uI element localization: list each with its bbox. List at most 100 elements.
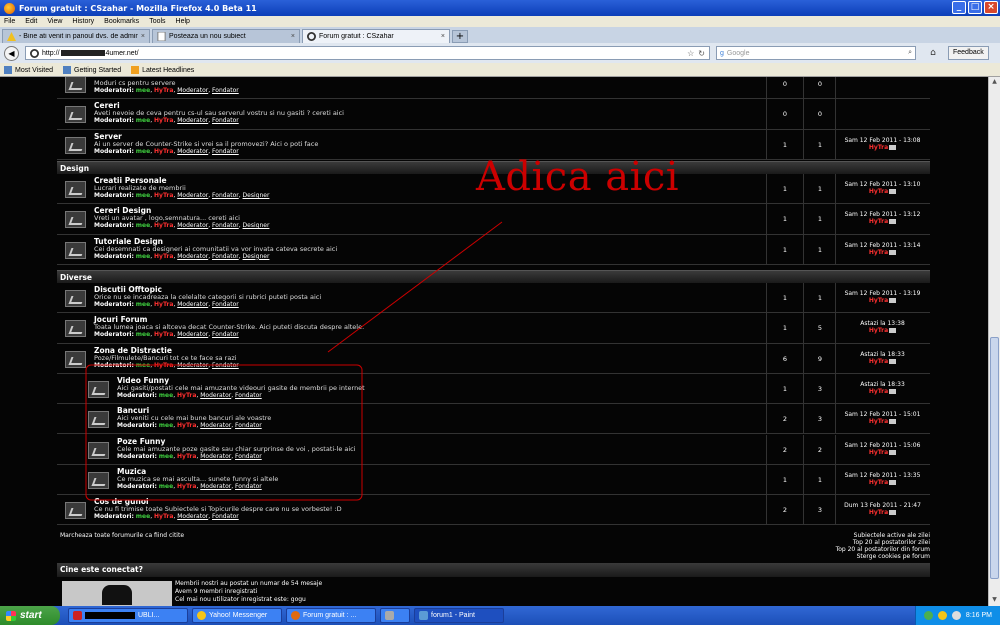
moderator-link[interactable]: HyTra — [177, 422, 196, 429]
star-icon[interactable]: ☆ — [687, 49, 694, 58]
moderator-link[interactable]: Fondator — [212, 513, 239, 520]
minimize-button[interactable]: _ — [952, 1, 966, 14]
moderator-link[interactable]: Fondator — [212, 192, 239, 199]
scroll-thumb[interactable] — [990, 337, 999, 579]
site-identity-icon[interactable] — [30, 48, 39, 58]
taskbar-paint[interactable]: forum1 - Paint — [414, 608, 504, 623]
moderator-link[interactable]: mee — [136, 362, 150, 369]
link-top20-today[interactable]: Top 20 al postatorilor zilei — [730, 539, 930, 546]
bookmark-latest-headlines[interactable]: Latest Headlines — [131, 65, 194, 74]
google-icon[interactable]: g — [720, 50, 724, 57]
menu-help[interactable]: Help — [176, 18, 190, 25]
start-button[interactable]: start — [0, 606, 60, 625]
tab-admin-panel[interactable]: - Bine ati venit in panoul dvs. de admin… — [2, 29, 150, 43]
moderator-link[interactable]: mee — [136, 87, 150, 94]
tab-forum[interactable]: Forum gratuit : CSzahar × — [302, 29, 450, 43]
menu-tools[interactable]: Tools — [149, 18, 165, 25]
taskbar-firefox[interactable]: Forum gratuit : ... — [286, 608, 376, 623]
moderator-link[interactable]: mee — [136, 148, 150, 155]
mark-read-link[interactable]: Marcheaza toate forumurile ca fiind citi… — [60, 532, 184, 539]
moderator-link[interactable]: Fondator — [212, 331, 239, 338]
close-tab-icon[interactable]: × — [141, 33, 145, 40]
moderator-link[interactable]: Fondator — [212, 117, 239, 124]
last-post-author[interactable]: HyTra — [869, 249, 888, 256]
moderator-link[interactable]: Moderator — [177, 362, 208, 369]
moderator-link[interactable]: Moderator — [177, 222, 208, 229]
moderator-link[interactable]: Moderator — [177, 117, 208, 124]
moderator-link[interactable]: Moderator — [200, 392, 231, 399]
moderator-link[interactable]: Moderator — [177, 331, 208, 338]
moderator-link[interactable]: Moderator — [177, 513, 208, 520]
last-post-author[interactable]: HyTra — [869, 144, 888, 151]
tray-network-icon[interactable] — [923, 611, 933, 620]
go-to-post-icon[interactable] — [889, 144, 897, 150]
menu-history[interactable]: History — [72, 18, 94, 25]
new-tab-button[interactable]: + — [452, 30, 468, 43]
moderator-link[interactable]: Moderator — [200, 422, 231, 429]
moderator-link[interactable]: Fondator — [212, 253, 239, 260]
url-bar[interactable]: http:// 4umer.net/ ☆ ↻ — [25, 46, 710, 60]
moderator-link[interactable]: Designer — [243, 192, 270, 199]
moderator-link[interactable]: HyTra — [154, 192, 173, 199]
last-post-author[interactable]: HyTra — [869, 188, 888, 195]
go-to-post-icon[interactable] — [889, 419, 897, 425]
moderator-link[interactable]: HyTra — [154, 148, 173, 155]
moderator-link[interactable]: mee — [159, 483, 173, 490]
moderator-link[interactable]: HyTra — [154, 117, 173, 124]
moderator-link[interactable]: Designer — [243, 222, 270, 229]
last-post-author[interactable]: HyTra — [869, 218, 888, 225]
bookmark-most-visited[interactable]: Most Visited — [4, 65, 53, 74]
back-button[interactable]: ◀ — [4, 45, 19, 61]
last-post-author[interactable]: HyTra — [869, 358, 888, 365]
moderator-link[interactable]: HyTra — [154, 362, 173, 369]
feedback-button[interactable]: Feedback — [948, 46, 989, 60]
last-post-author[interactable]: HyTra — [869, 509, 888, 516]
close-tab-icon[interactable]: × — [441, 33, 445, 40]
moderator-link[interactable]: HyTra — [154, 253, 173, 260]
bookmark-getting-started[interactable]: Getting Started — [63, 65, 121, 74]
go-to-post-icon[interactable] — [889, 358, 897, 364]
moderator-link[interactable]: Fondator — [235, 453, 262, 460]
moderator-link[interactable]: Moderator — [177, 87, 208, 94]
moderator-link[interactable]: Moderator — [200, 453, 231, 460]
taskbar-item-4[interactable] — [380, 608, 410, 623]
menu-view[interactable]: View — [47, 18, 62, 25]
scroll-up-icon[interactable]: ▲ — [990, 78, 999, 87]
moderator-link[interactable]: Fondator — [212, 222, 239, 229]
moderator-link[interactable]: Fondator — [235, 422, 262, 429]
go-to-post-icon[interactable] — [889, 449, 897, 455]
moderator-link[interactable]: HyTra — [177, 392, 196, 399]
moderator-link[interactable]: mee — [159, 453, 173, 460]
moderator-link[interactable]: mee — [159, 392, 173, 399]
go-to-post-icon[interactable] — [889, 298, 897, 303]
moderator-link[interactable]: mee — [136, 222, 150, 229]
last-post-author[interactable]: HyTra — [869, 388, 888, 395]
moderator-link[interactable]: Fondator — [235, 392, 262, 399]
go-to-post-icon[interactable] — [889, 510, 897, 516]
moderator-link[interactable]: HyTra — [154, 331, 173, 338]
moderator-link[interactable]: mee — [136, 253, 150, 260]
moderator-link[interactable]: mee — [136, 301, 150, 308]
go-to-post-icon[interactable] — [889, 328, 897, 334]
moderator-link[interactable]: mee — [136, 117, 150, 124]
close-tab-icon[interactable]: × — [291, 33, 295, 40]
menu-file[interactable]: File — [4, 18, 15, 25]
search-bar[interactable]: g Google ⌕ — [716, 46, 916, 60]
moderator-link[interactable]: HyTra — [154, 301, 173, 308]
search-icon[interactable]: ⌕ — [908, 49, 912, 57]
last-post-author[interactable]: HyTra — [869, 418, 888, 425]
page-scrollbar[interactable]: ▲ ▼ — [988, 77, 1000, 606]
last-post-author[interactable]: HyTra — [869, 449, 888, 456]
moderator-link[interactable]: HyTra — [177, 483, 196, 490]
moderator-link[interactable]: HyTra — [154, 222, 173, 229]
menu-edit[interactable]: Edit — [25, 18, 37, 25]
link-active-topics[interactable]: Subiectele active ale zilei — [730, 532, 930, 539]
moderator-link[interactable]: Fondator — [212, 87, 239, 94]
go-to-post-icon[interactable] — [889, 479, 897, 485]
moderator-link[interactable]: Fondator — [212, 362, 239, 369]
moderator-link[interactable]: HyTra — [177, 453, 196, 460]
moderator-link[interactable]: mee — [136, 192, 150, 199]
moderator-link[interactable]: Fondator — [212, 301, 239, 308]
go-to-post-icon[interactable] — [889, 388, 897, 394]
tray-volume-icon[interactable] — [951, 611, 961, 620]
